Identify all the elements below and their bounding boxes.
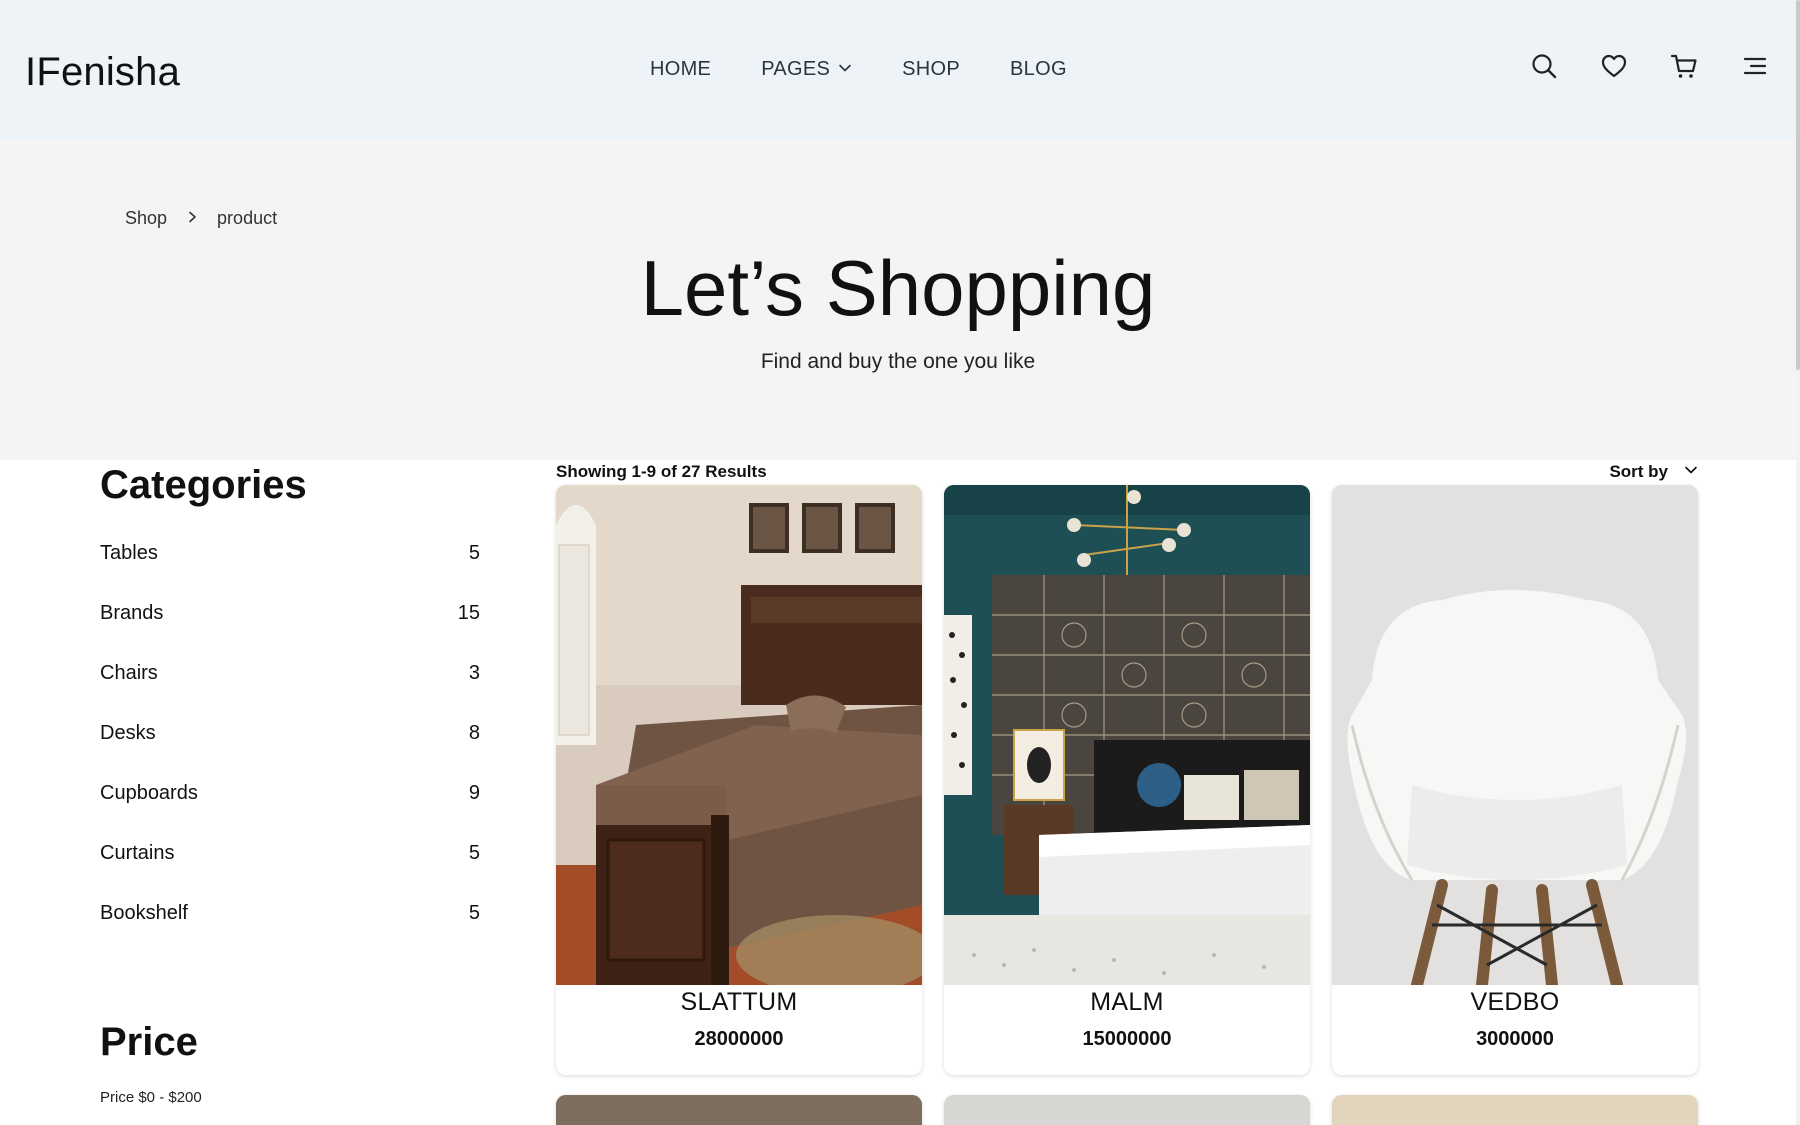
category-count: 3 (468, 662, 480, 684)
product-card[interactable] (556, 1095, 922, 1125)
page-subtitle: Find and buy the one you like (760, 350, 1036, 373)
categories-title: Categories (100, 463, 307, 507)
product-card[interactable] (1332, 1095, 1698, 1125)
category-name: Cupboards (100, 782, 198, 804)
chevron-right-icon (185, 208, 199, 229)
nav-shop[interactable]: SHOP (902, 58, 960, 81)
product-price: 28000000 (694, 1028, 784, 1050)
breadcrumb-shop[interactable]: Shop (125, 208, 167, 229)
nav-shop-label: SHOP (902, 58, 961, 80)
main-nav: HOME PAGES SHOP BLOG (650, 58, 1067, 81)
product-image (556, 1095, 922, 1125)
category-name: Brands (100, 602, 164, 624)
category-count: 5 (468, 542, 480, 564)
menu-icon[interactable] (1740, 52, 1768, 80)
category-name: Chairs (100, 662, 158, 684)
product-price: 15000000 (1082, 1028, 1172, 1050)
site-header: IFenisha HOME PAGES SHOP BLOG (0, 0, 1796, 140)
cart-icon[interactable] (1670, 52, 1698, 80)
chevron-down-icon (838, 58, 852, 81)
category-name: Curtains (100, 842, 175, 864)
category-count: 15 (457, 602, 480, 624)
nav-home-label: HOME (650, 58, 712, 80)
product-image (1332, 485, 1698, 985)
breadcrumb: Shop product (125, 208, 277, 229)
category-item[interactable]: Bookshelf 5 (100, 896, 480, 956)
category-item[interactable]: Desks 8 (100, 716, 480, 776)
product-name: MALM (1090, 988, 1164, 1016)
scrollbar-thumb[interactable] (1796, 0, 1800, 370)
site-logo[interactable]: IFenisha (25, 50, 180, 95)
results-summary: Showing 1-9 of 27 Results (556, 462, 767, 481)
nav-pages-label: PAGES (761, 58, 831, 80)
breadcrumb-product: product (217, 208, 278, 228)
header-actions (1530, 52, 1768, 80)
category-item[interactable]: Tables 5 (100, 536, 480, 596)
product-name: SLATTUM (680, 988, 798, 1016)
price-title: Price (100, 1020, 198, 1064)
search-icon[interactable] (1530, 52, 1558, 80)
product-image (1332, 1095, 1698, 1125)
category-name: Desks (100, 722, 156, 744)
category-item[interactable]: Curtains 5 (100, 836, 480, 896)
product-image (944, 485, 1310, 985)
category-count: 5 (468, 842, 480, 864)
category-name: Bookshelf (100, 902, 188, 924)
category-item[interactable]: Chairs 3 (100, 656, 480, 716)
nav-pages[interactable]: PAGES (761, 58, 852, 81)
category-count: 8 (468, 722, 480, 744)
price-range-slider[interactable] (62, 1118, 524, 1125)
product-card[interactable] (944, 1095, 1310, 1125)
sort-dropdown[interactable]: Sort by (1609, 462, 1698, 482)
category-count: 9 (468, 782, 480, 804)
product-card[interactable]: VEDBO 3000000 (1332, 485, 1698, 1075)
product-price: 3000000 (1476, 1028, 1554, 1050)
category-count: 5 (468, 902, 480, 924)
price-range-label: Price $0 - $200 (100, 1089, 202, 1106)
category-list: Tables 5 Brands 15 Chairs 3 Desks 8 Cupboard… (100, 536, 480, 956)
category-name: Tables (100, 542, 158, 564)
product-name: VEDBO (1470, 988, 1560, 1016)
sort-label: Sort by (1609, 462, 1668, 481)
nav-blog-label: BLOG (1010, 58, 1067, 80)
hero-banner: Shop product Let’s Shopping Find and buy… (0, 140, 1796, 460)
results-toolbar: Showing 1-9 of 27 Results Sort by (556, 462, 1698, 482)
product-card[interactable]: SLATTUM 28000000 (556, 485, 922, 1075)
filter-sidebar: Categories Tables 5 Brands 15 Chairs 3 Desk… (100, 460, 480, 1106)
chevron-down-icon (1684, 462, 1698, 482)
page-title: Let’s Shopping (640, 244, 1156, 332)
category-item[interactable]: Cupboards 9 (100, 776, 480, 836)
product-image (556, 485, 922, 985)
nav-home[interactable]: HOME (650, 58, 711, 81)
page-scrollbar[interactable] (1796, 0, 1800, 1125)
heart-icon[interactable] (1600, 52, 1628, 80)
product-card[interactable]: MALM 15000000 (944, 485, 1310, 1075)
product-image (944, 1095, 1310, 1125)
nav-blog[interactable]: BLOG (1010, 58, 1067, 81)
category-item[interactable]: Brands 15 (100, 596, 480, 656)
